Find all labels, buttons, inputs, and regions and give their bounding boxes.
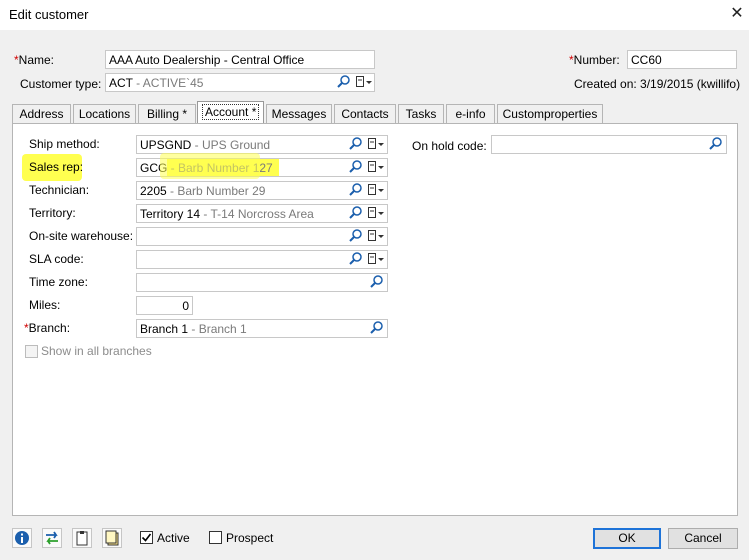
technician-label: Technician: (29, 183, 90, 197)
notes-icon[interactable] (102, 528, 122, 548)
active-label: Active (157, 531, 190, 545)
search-icon[interactable] (348, 136, 364, 152)
miles-label: Miles: (29, 298, 61, 312)
sales-rep-value-highlight (160, 153, 260, 179)
onsite-warehouse-label: On-site warehouse: (29, 229, 134, 243)
branch-field[interactable]: Branch 1 - Branch 1 (136, 319, 388, 338)
show-all-branches-checkbox[interactable] (25, 345, 38, 358)
dropdown-icon[interactable] (367, 182, 385, 198)
tab-customproperties[interactable]: Customproperties (497, 104, 603, 124)
dropdown-icon[interactable] (367, 228, 385, 244)
dropdown-icon[interactable] (367, 136, 385, 152)
territory-label: Territory: (29, 206, 76, 220)
show-all-branches-label: Show in all branches (41, 344, 152, 358)
window-title: Edit customer (9, 7, 89, 22)
search-icon[interactable] (348, 205, 364, 221)
search-icon[interactable] (348, 159, 364, 175)
search-icon[interactable] (708, 136, 724, 152)
time-zone-field[interactable] (136, 273, 388, 292)
info-icon[interactable] (12, 528, 32, 548)
tab-e-info[interactable]: e-info (446, 104, 495, 124)
transfer-icon[interactable] (42, 528, 62, 548)
tab-messages[interactable]: Messages (266, 104, 332, 124)
tab-billing[interactable]: Billing * (138, 104, 196, 124)
name-label: *Name: (14, 53, 55, 67)
sla-code-label: SLA code: (29, 252, 84, 266)
dropdown-icon[interactable] (367, 205, 385, 221)
search-icon[interactable] (336, 74, 352, 90)
tab-locations[interactable]: Locations (73, 104, 136, 124)
search-icon[interactable] (369, 274, 385, 290)
number-field[interactable]: CC60 (627, 50, 737, 69)
tab-account[interactable]: Account * (197, 101, 264, 125)
search-icon[interactable] (348, 251, 364, 267)
miles-field[interactable]: 0 (136, 296, 193, 315)
prospect-label: Prospect (226, 531, 274, 545)
tab-address[interactable]: Address (12, 104, 71, 124)
clipboard-icon[interactable] (72, 528, 92, 548)
number-label: *Number: (569, 53, 620, 67)
created-on-text: Created on: 3/19/2015 (kwillifo) (574, 77, 741, 91)
cancel-button[interactable]: Cancel (668, 528, 738, 549)
time-zone-label: Time zone: (29, 275, 88, 289)
sales-rep-label: Sales rep: (29, 160, 84, 174)
on-hold-code-label: On hold code: (412, 139, 487, 153)
ok-button[interactable]: OK (593, 528, 661, 549)
ship-method-label: Ship method: (29, 137, 100, 151)
name-field[interactable]: AAA Auto Dealership - Central Office (105, 50, 375, 69)
active-checkbox[interactable] (140, 531, 153, 544)
customer-type-field[interactable]: ACT - ACTIVE`45 (105, 73, 375, 92)
tab-contacts[interactable]: Contacts (334, 104, 396, 124)
prospect-checkbox[interactable] (209, 531, 222, 544)
dropdown-icon[interactable] (367, 251, 385, 267)
tab-tasks[interactable]: Tasks (398, 104, 444, 124)
title-bar (0, 0, 749, 30)
search-icon[interactable] (348, 182, 364, 198)
customer-type-label: Customer type: (20, 77, 102, 91)
dropdown-icon[interactable] (367, 159, 385, 175)
dropdown-icon[interactable] (355, 74, 373, 90)
on-hold-code-field[interactable] (491, 135, 727, 154)
checkmark-icon (141, 533, 152, 542)
close-icon[interactable]: ✕ (726, 3, 748, 25)
branch-label: *Branch: (24, 321, 71, 335)
search-icon[interactable] (348, 228, 364, 244)
search-icon[interactable] (369, 320, 385, 336)
